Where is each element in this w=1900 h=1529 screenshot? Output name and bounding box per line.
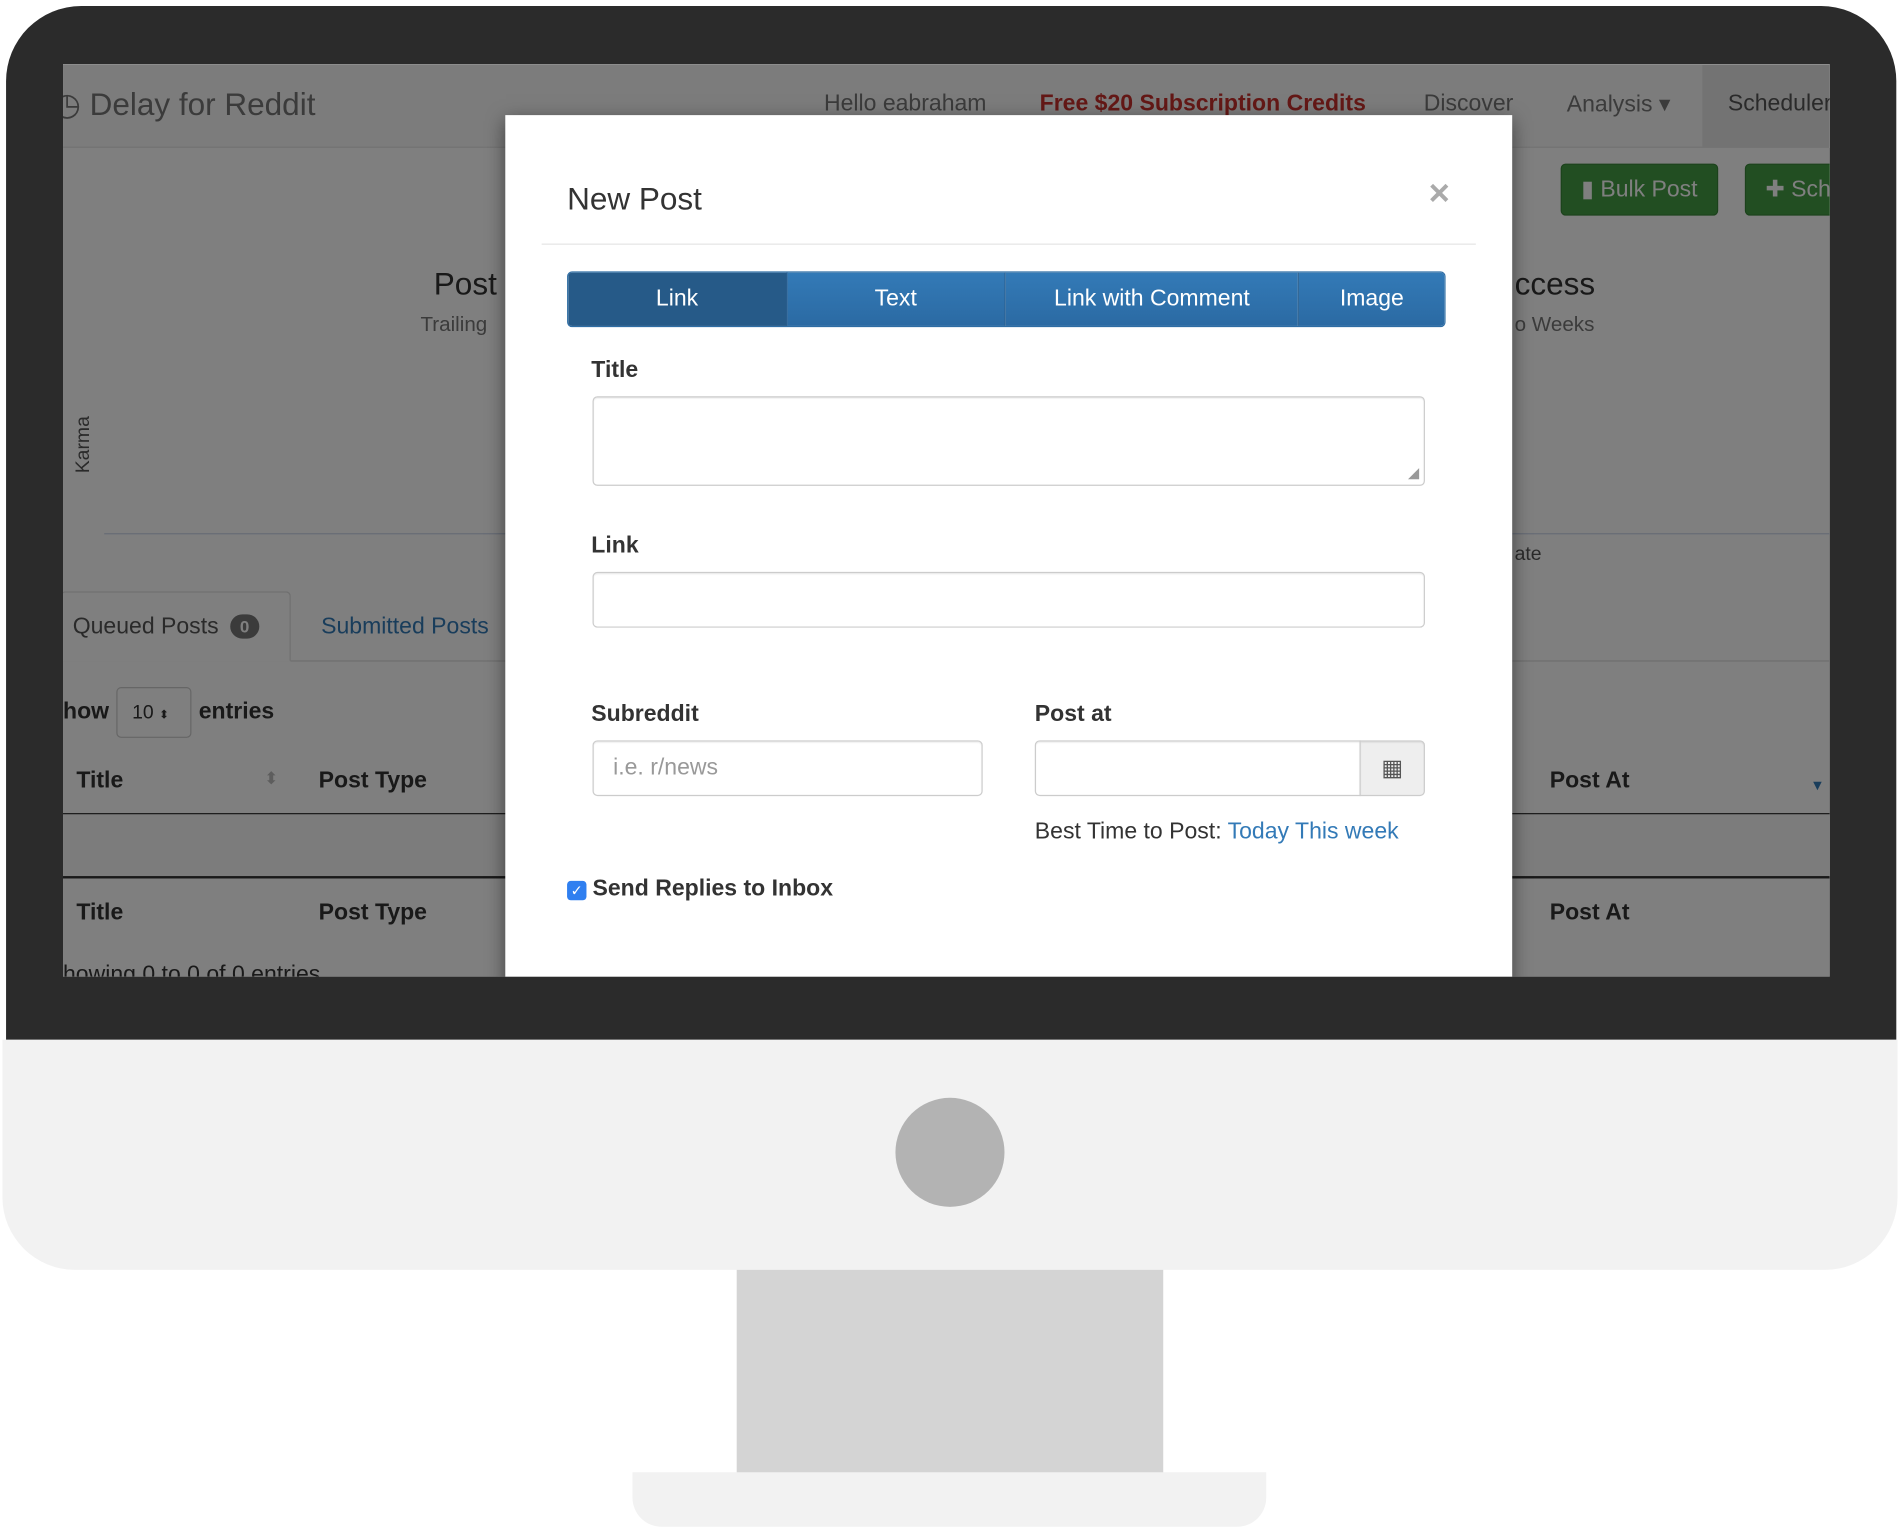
- subreddit-input[interactable]: i.e. r/news: [592, 740, 983, 797]
- resize-handle-icon[interactable]: ◢: [1408, 464, 1419, 481]
- monitor-base: [632, 1472, 1267, 1527]
- screen: ◷ Delay for Reddit Hello eabraham Free $…: [63, 64, 1830, 977]
- post-at-input[interactable]: [1034, 740, 1361, 797]
- tab-link-with-comment[interactable]: Link with Comment: [1005, 272, 1300, 326]
- best-time-label: Best Time to Post:: [1034, 819, 1222, 845]
- send-replies-checkbox[interactable]: ✓: [567, 880, 587, 901]
- best-time-text: Best Time to Post: Today This week: [1035, 819, 1399, 846]
- title-textarea[interactable]: [592, 396, 1425, 486]
- monitor-stand: [736, 1269, 1164, 1474]
- tab-text[interactable]: Text: [786, 272, 1006, 326]
- new-post-modal: New Post × Link Text Link with Comment I…: [505, 115, 1513, 977]
- close-icon[interactable]: ×: [1429, 173, 1450, 214]
- tab-link[interactable]: Link: [568, 272, 787, 326]
- title-label: Title: [591, 357, 639, 383]
- best-time-today-link[interactable]: Today: [1228, 819, 1289, 844]
- modal-title: New Post: [567, 180, 702, 217]
- best-time-week-link[interactable]: This week: [1295, 819, 1399, 844]
- post-at-label: Post at: [1034, 701, 1112, 728]
- monitor-logo: [895, 1097, 1005, 1207]
- link-label: Link: [591, 533, 639, 559]
- send-replies-label[interactable]: Send Replies to Inbox: [593, 876, 834, 903]
- link-input[interactable]: [592, 571, 1425, 628]
- tab-image[interactable]: Image: [1299, 272, 1445, 326]
- post-type-tabs: Link Text Link with Comment Image: [567, 271, 1446, 328]
- calendar-icon[interactable]: ▦: [1359, 740, 1425, 797]
- modal-divider: [541, 243, 1476, 245]
- subreddit-label: Subreddit: [591, 701, 699, 728]
